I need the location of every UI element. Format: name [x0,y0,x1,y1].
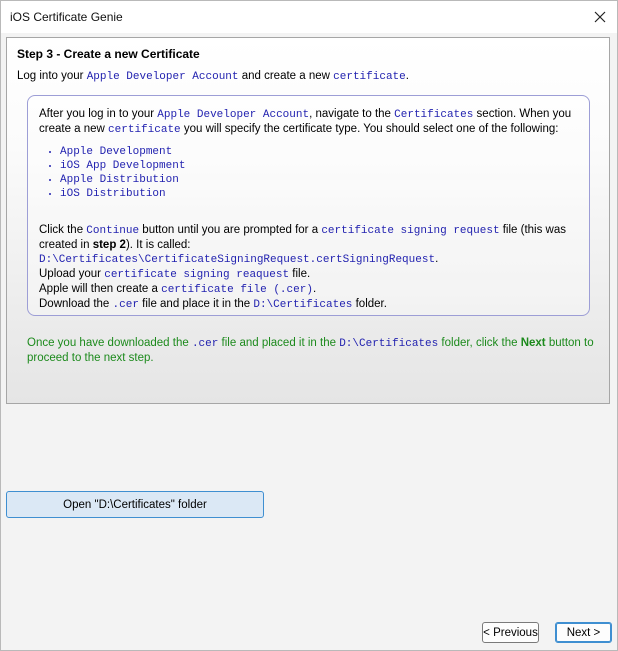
certificate-type-list: Apple Development iOS App Development Ap… [39,145,185,201]
certificate-term: certificate [108,124,181,136]
instructions-paragraph-2: Click the Continue button until you are … [39,223,584,312]
instruction-text: you will specify the certificate type. Y… [180,123,559,135]
app-window: iOS Certificate Genie Step 3 - Create a … [0,0,618,651]
instruction-text: file and place it in the [138,298,254,310]
instruction-text: . [435,253,439,265]
instruction-text: Download the [39,298,113,310]
intro-text: Log into your [17,70,87,82]
instructions-paragraph-1: After you log in to your Apple Developer… [39,107,584,137]
cer-term: .cer [112,299,139,311]
next-reference: Next [520,337,546,349]
instruction-text: Apple will then create a [39,283,162,295]
csr-term: certificate signing request [321,225,500,237]
window-title: iOS Certificate Genie [10,10,123,24]
instruction-text: file. [289,268,311,280]
instruction-text: After you log in to your [39,108,158,120]
instruction-text: Upload your [39,268,105,280]
continue-term: Continue [86,225,140,237]
note-text: file and placed it in the [218,337,340,349]
certificate-term: certificate [333,71,406,83]
next-button[interactable]: Next > [555,622,612,643]
intro-text: and create a new [238,70,334,82]
csr-term: certificate signing reaquest [104,269,290,281]
list-item: iOS App Development [60,159,185,173]
certificates-folder-path: D:\Certificates [253,299,353,311]
list-item: iOS Distribution [60,187,185,201]
close-button[interactable] [583,1,617,33]
cer-term: .cer [191,338,219,350]
open-folder-button[interactable]: Open "D:\Certificates" folder [6,491,264,518]
intro-text: . [405,70,409,82]
instruction-text: , navigate to the [309,108,395,120]
instruction-text: ). It is called: [125,239,191,251]
certificates-section-term: Certificates [394,109,474,121]
step-title: Step 3 - Create a new Certificate [17,47,200,61]
apple-developer-account-term: Apple Developer Account [157,109,310,121]
instruction-text: button until you are prompted for a [139,224,322,236]
title-bar: iOS Certificate Genie [1,1,617,33]
certificate-file-term: certificate file (.cer) [161,284,313,296]
csr-file-path: D:\Certificates\CertificateSigningReques… [39,254,436,266]
instructions-box: After you log in to your Apple Developer… [27,95,590,316]
close-icon [594,11,606,23]
certificates-folder-path: D:\Certificates [339,338,439,350]
instruction-text: Click the [39,224,87,236]
list-item: Apple Distribution [60,173,185,187]
step-intro: Log into your Apple Developer Account an… [17,70,409,83]
note-text: folder, click the [438,337,521,349]
instruction-text: . [312,283,317,295]
apple-developer-account-term: Apple Developer Account [86,71,239,83]
list-item: Apple Development [60,145,185,159]
instruction-text: folder. [352,298,387,310]
step-panel: Step 3 - Create a new Certificate Log in… [6,37,610,404]
next-step-note: Once you have downloaded the .cer file a… [27,336,597,365]
step-2-reference: step 2 [92,239,126,251]
previous-button[interactable]: < Previous [482,622,539,643]
note-text: Once you have downloaded the [27,337,192,349]
